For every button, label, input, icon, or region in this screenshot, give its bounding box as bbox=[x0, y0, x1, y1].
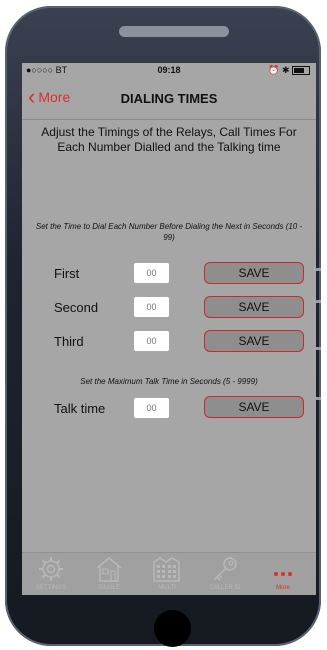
second-label: Second bbox=[54, 300, 99, 315]
second-time-input[interactable] bbox=[134, 297, 169, 317]
status-icons: ⏰ ✱ bbox=[268, 65, 310, 76]
save-third-button[interactable]: SAVE bbox=[204, 330, 304, 352]
tab-label: SINGLE bbox=[97, 585, 120, 591]
more-dots-icon bbox=[274, 572, 292, 576]
save-first-button[interactable]: SAVE bbox=[204, 262, 304, 284]
alarm-bluetooth-icons: ⏰ ✱ bbox=[268, 65, 290, 75]
save-second-button[interactable]: SAVE bbox=[204, 296, 304, 318]
speaker-grille bbox=[119, 26, 229, 37]
intro-text: Adjust the Timings of the Relays, Call T… bbox=[41, 125, 297, 154]
tab-bar: SETTINGS SINGLE MULTI CALLER ID More bbox=[22, 552, 316, 595]
first-label: First bbox=[54, 266, 80, 281]
tab-settings[interactable]: SETTINGS bbox=[22, 553, 80, 595]
tab-label: SETTINGS bbox=[35, 585, 66, 591]
third-time-input[interactable] bbox=[134, 331, 169, 351]
first-time-input[interactable] bbox=[134, 263, 169, 283]
tab-single[interactable]: SINGLE bbox=[80, 553, 138, 595]
talk-time-label: Talk time bbox=[54, 401, 106, 416]
tab-label: More bbox=[276, 585, 290, 591]
status-bar: ●○○○○ BT 09:18 ⏰ ✱ bbox=[22, 63, 316, 77]
navigation-bar: ‹ More DIALING TIMES bbox=[22, 79, 316, 120]
home-button[interactable] bbox=[154, 610, 191, 647]
tab-caller-id[interactable]: CALLER ID bbox=[196, 553, 254, 595]
apartment-icon bbox=[153, 557, 180, 582]
house-icon bbox=[96, 557, 122, 582]
talk-time-input[interactable] bbox=[134, 398, 169, 418]
key-icon bbox=[213, 557, 237, 581]
talk-time-hint: Set the Maximum Talk Time in Seconds (5 … bbox=[80, 377, 258, 386]
save-talk-time-button[interactable]: SAVE bbox=[204, 396, 304, 418]
tab-more[interactable]: More bbox=[254, 553, 312, 595]
tab-label: CALLER ID bbox=[209, 585, 241, 591]
third-label: Third bbox=[54, 334, 84, 349]
page-title: DIALING TIMES bbox=[120, 91, 218, 106]
dial-time-hint: Set the Time to Dial Each Number Before … bbox=[35, 222, 303, 242]
gear-icon bbox=[39, 557, 63, 581]
tab-multi[interactable]: MULTI bbox=[138, 553, 196, 595]
app-screen: ●○○○○ BT 09:18 ⏰ ✱ ‹ More DIALING TIMES … bbox=[22, 63, 316, 595]
tab-label: MULTI bbox=[158, 585, 176, 591]
battery-icon bbox=[292, 66, 310, 76]
